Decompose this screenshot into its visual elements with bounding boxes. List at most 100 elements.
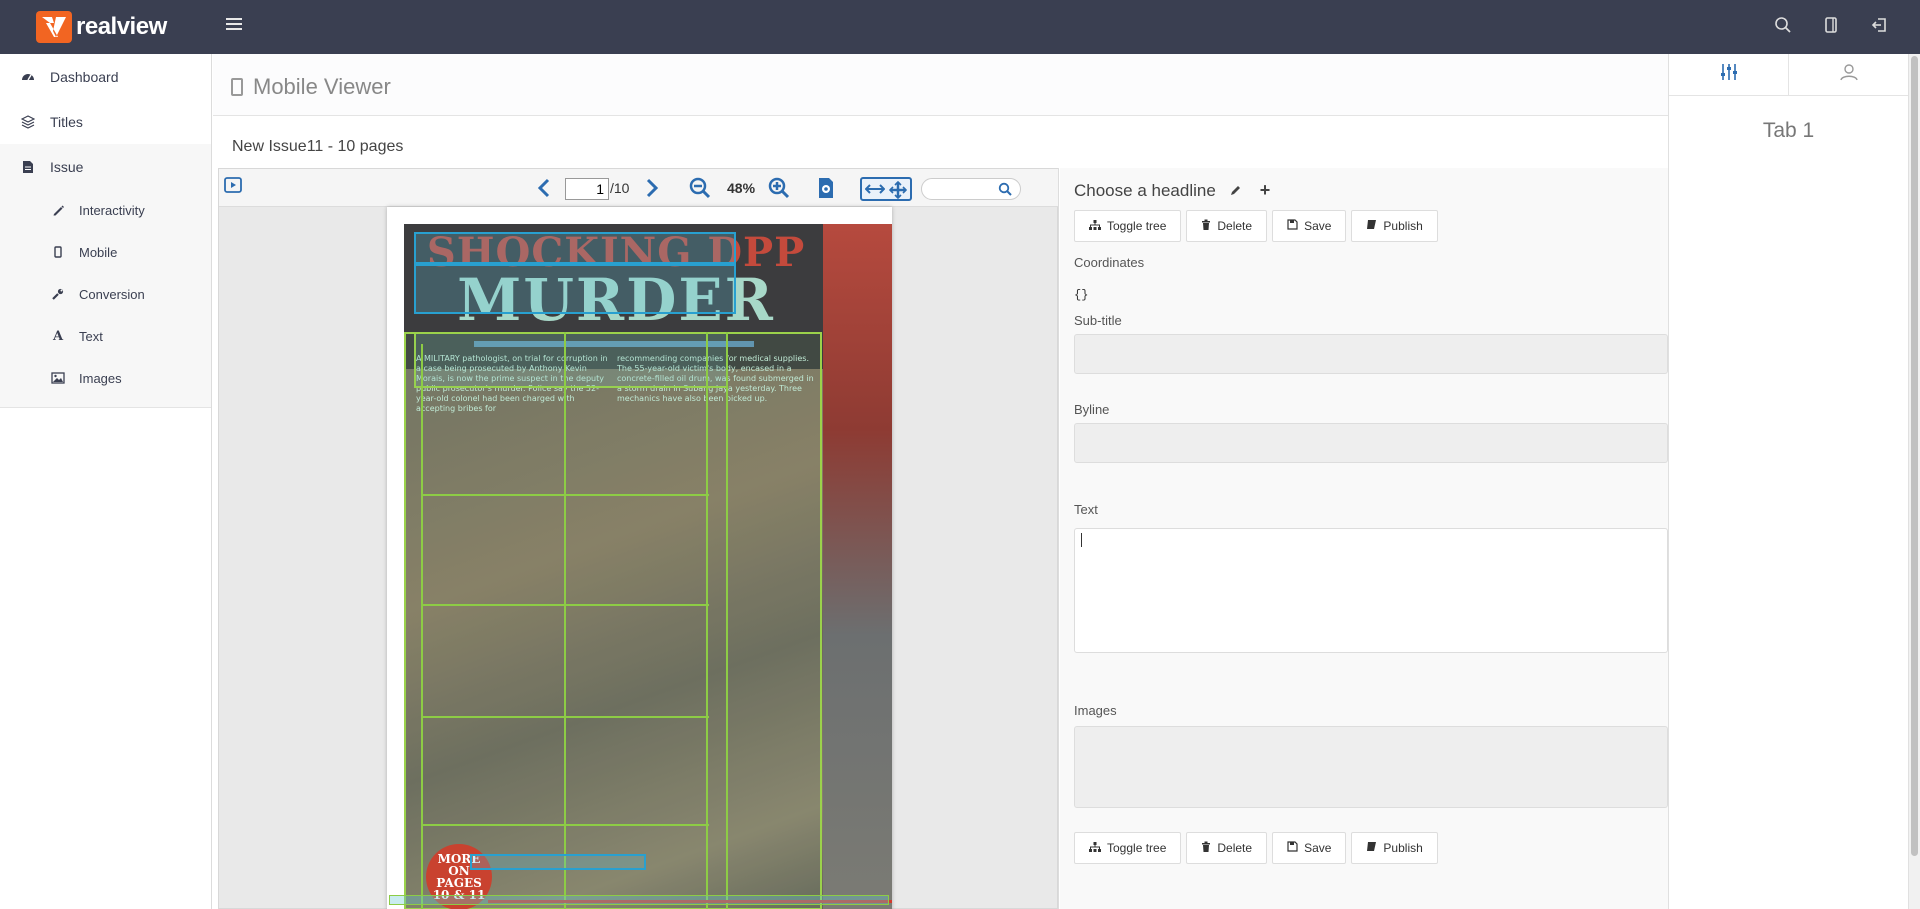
prev-page-icon[interactable] (537, 178, 551, 203)
right-panel: Tab 1 (1668, 54, 1908, 909)
sidebar-item-label: Conversion (79, 286, 145, 302)
user-icon (1839, 62, 1859, 87)
viewer-search[interactable] (921, 178, 1021, 200)
headline-chooser[interactable]: Choose a headline (1074, 181, 1216, 201)
sidebar-item-label: Images (79, 370, 122, 386)
region-headline-main[interactable] (414, 264, 736, 314)
grid-line (421, 604, 709, 606)
sidebar-item-label: Mobile (79, 244, 118, 260)
fit-width-icon[interactable] (864, 181, 886, 202)
sidebar-item-label: Interactivity (79, 202, 145, 218)
sliders-icon (1719, 62, 1739, 87)
mobile-icon (231, 78, 243, 96)
sidebar-item-issue[interactable]: Issue (0, 144, 211, 189)
sidebar: Dashboard Titles Issue Interactivity Mob… (0, 54, 212, 909)
fit-page-icon[interactable] (888, 180, 908, 204)
grid-line (564, 332, 566, 909)
app-logo[interactable]: realview (36, 10, 167, 44)
publish-button[interactable]: Publish (1351, 832, 1438, 864)
wrench-icon (51, 288, 65, 300)
mobile-icon (51, 246, 65, 258)
panel-splitter[interactable] (1058, 168, 1059, 909)
viewer-toolbar: /10 48% (219, 169, 1059, 207)
editor-toolbar-bottom: Toggle tree Delete Save Publish (1074, 832, 1438, 864)
trash-icon (1201, 219, 1211, 233)
delete-button[interactable]: Delete (1186, 210, 1268, 242)
sidebar-item-interactivity[interactable]: Interactivity (0, 189, 211, 231)
toggle-tree-button[interactable]: Toggle tree (1074, 210, 1182, 242)
save-button[interactable]: Save (1272, 832, 1347, 864)
newspaper-page[interactable]: SHOCKING DPP MURDER A MILITARY pathologi… (387, 207, 892, 909)
page-title: Mobile Viewer (231, 74, 391, 100)
button-label: Publish (1383, 841, 1423, 855)
tab-user[interactable] (1789, 54, 1908, 95)
page-photo: SHOCKING DPP MURDER A MILITARY pathologi… (404, 224, 892, 909)
region-headline-top[interactable] (414, 232, 736, 264)
byline-field[interactable] (1074, 423, 1668, 463)
page-footer-strip (389, 895, 889, 905)
zoom-in-icon[interactable] (768, 177, 790, 204)
grid-line (421, 824, 709, 826)
save-icon (1287, 841, 1298, 855)
region-caption[interactable] (470, 854, 646, 870)
button-label: Delete (1217, 219, 1253, 233)
images-field[interactable] (1074, 726, 1668, 808)
fit-mode-group[interactable] (860, 177, 912, 201)
book-icon (1366, 219, 1377, 233)
font-icon: A (52, 328, 64, 344)
tab-content: Tab 1 (1762, 119, 1815, 142)
button-label: Toggle tree (1107, 841, 1167, 855)
add-icon[interactable]: + (1260, 180, 1271, 201)
page-viewer: /10 48% (218, 168, 1059, 909)
editor-title: Choose a headline + (1074, 180, 1270, 201)
trash-icon (1201, 841, 1211, 855)
sidebar-item-mobile[interactable]: Mobile (0, 231, 211, 273)
coordinates-label: Coordinates (1074, 255, 1145, 270)
dashboard-icon (20, 69, 36, 85)
button-label: Toggle tree (1107, 219, 1167, 233)
sidebar-item-images[interactable]: Images (0, 357, 211, 399)
viewer-search-input[interactable] (930, 179, 1000, 199)
photo-side-strip (823, 224, 892, 909)
publish-button[interactable]: Publish (1351, 210, 1438, 242)
button-label: Delete (1217, 841, 1253, 855)
pen-icon (51, 204, 65, 216)
zoom-out-icon[interactable] (689, 177, 711, 204)
sidebar-item-dashboard[interactable]: Dashboard (0, 54, 211, 99)
text-label: Text (1074, 502, 1098, 517)
search-icon[interactable] (1774, 16, 1794, 36)
text-cursor (1081, 533, 1082, 547)
logo-mark-icon (36, 11, 72, 43)
article-editor: Choose a headline + Toggle tree Delete S… (1060, 168, 1668, 909)
button-label: Save (1304, 219, 1332, 233)
menu-icon[interactable] (226, 18, 242, 34)
page-total: /10 (610, 180, 630, 196)
text-field[interactable] (1074, 528, 1668, 653)
tablet-icon[interactable] (1822, 16, 1842, 36)
subtitle-field[interactable] (1074, 334, 1668, 374)
sidebar-item-text[interactable]: A Text (0, 315, 211, 357)
top-navbar: realview (0, 0, 1920, 54)
page-settings-icon[interactable] (817, 177, 835, 204)
toggle-tree-button[interactable]: Toggle tree (1074, 832, 1182, 864)
next-page-icon[interactable] (645, 178, 659, 203)
grid-line (421, 716, 709, 718)
editor-toolbar-top: Toggle tree Delete Save Publish (1074, 210, 1438, 242)
grid-line (726, 332, 728, 909)
play-icon[interactable] (224, 176, 244, 196)
page-scrollbar[interactable] (1908, 54, 1920, 909)
sidebar-item-conversion[interactable]: Conversion (0, 273, 211, 315)
scrollbar-thumb[interactable] (1911, 56, 1918, 856)
region-photo[interactable] (404, 332, 822, 909)
tab-settings[interactable] (1669, 54, 1789, 95)
edit-pencil-icon[interactable] (1230, 183, 1242, 199)
delete-button[interactable]: Delete (1186, 832, 1268, 864)
byline-label: Byline (1074, 402, 1110, 417)
button-label: Save (1304, 841, 1332, 855)
logout-icon[interactable] (1870, 16, 1890, 36)
save-button[interactable]: Save (1272, 210, 1347, 242)
search-icon[interactable] (998, 182, 1012, 201)
image-icon (51, 372, 65, 384)
page-number-input[interactable] (565, 178, 609, 200)
sidebar-item-titles[interactable]: Titles (0, 99, 211, 144)
